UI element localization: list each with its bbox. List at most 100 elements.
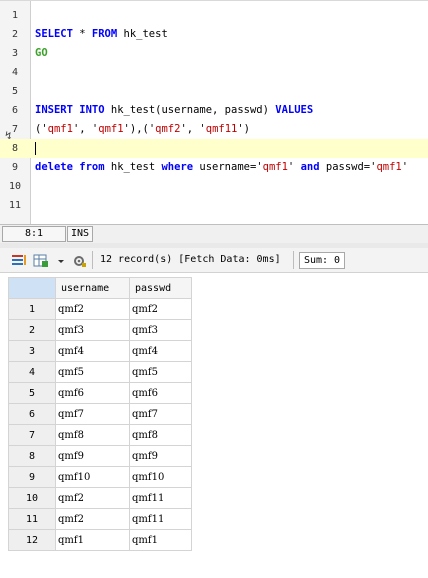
editor-line[interactable]: 6 INSERT INTO hk_test(username, passwd) V… [0,101,428,120]
fold-marker-icon[interactable]: ↯ [5,129,12,142]
username-cell[interactable]: qmf6 [55,382,130,404]
code-text[interactable]: SELECT * FROM hk_test [35,25,168,44]
code-text[interactable]: GO [35,44,48,63]
username-cell[interactable]: qmf2 [55,487,130,509]
table-row[interactable]: 11 qmf2 qmf11 [8,508,192,530]
editor-line[interactable]: 9 delete from hk_test where username='qmf… [0,158,428,177]
toolbar-separator [293,251,294,269]
row-number-cell[interactable]: 9 [8,466,56,488]
passwd-cell[interactable]: qmf7 [129,403,192,425]
column-header-passwd[interactable]: passwd [129,277,192,299]
passwd-cell[interactable]: qmf11 [129,487,192,509]
code-text[interactable] [35,139,36,158]
passwd-cell[interactable]: qmf11 [129,508,192,530]
line-number: 5 [11,86,19,97]
code-token: * [72,28,92,40]
username-cell[interactable]: qmf8 [55,424,130,446]
passwd-cell[interactable]: qmf5 [129,361,192,383]
code-text[interactable]: ('qmf1', 'qmf1'),('qmf2', 'qmf11') [35,120,250,139]
table-row[interactable]: 6 qmf7 qmf7 [8,403,192,425]
record-count-info: 12 record(s) [Fetch Data: 0ms] [100,254,281,265]
table-row[interactable]: 1 qmf2 qmf2 [8,298,192,320]
code-token: and [300,161,320,173]
line-number: 1 [11,10,19,21]
username-cell[interactable]: qmf1 [55,529,130,551]
editor-line[interactable]: 7 ('qmf1', 'qmf1'),('qmf2', 'qmf11') [0,120,428,139]
code-token: delete [35,161,73,173]
username-cell[interactable]: qmf2 [55,298,130,320]
row-number-cell[interactable]: 8 [8,445,56,467]
code-token: ', ' [72,123,99,135]
code-token: INTO [79,104,105,116]
settings-icon[interactable] [72,253,88,267]
editor-status-bar: 8:1 INS [0,224,428,244]
row-number-cell[interactable]: 12 [8,529,56,551]
table-row[interactable]: 10 qmf2 qmf11 [8,487,192,509]
column-header-username[interactable]: username [55,277,130,299]
editor-line[interactable]: 4 [0,63,428,82]
username-cell[interactable]: qmf5 [55,361,130,383]
export-icon[interactable] [33,253,49,267]
editor-line[interactable]: 5 [0,82,428,101]
passwd-cell[interactable]: qmf2 [129,298,192,320]
row-number-cell[interactable]: 10 [8,487,56,509]
row-number-cell[interactable]: 7 [8,424,56,446]
code-token: from [79,161,105,173]
passwd-cell[interactable]: qmf8 [129,424,192,446]
grid-corner-cell[interactable] [8,277,56,299]
passwd-cell[interactable]: qmf1 [129,529,192,551]
table-row[interactable]: 2 qmf3 qmf3 [8,319,192,341]
code-text[interactable]: INSERT INTO hk_test(username, passwd) VA… [35,101,313,120]
code-token: qmf11 [205,123,238,135]
sql-editor[interactable]: 1 2 SELECT * FROM hk_test 3 GO 4 5 6 INSERT INTO… [0,0,428,225]
editor-line[interactable]: 10 [0,177,428,196]
text-cursor [35,141,36,155]
table-row[interactable]: 7 qmf8 qmf8 [8,424,192,446]
code-token: hk_test(username, passwd) [104,104,276,116]
table-row[interactable]: 4 qmf5 qmf5 [8,361,192,383]
dropdown-arrow-icon[interactable] [56,253,66,267]
editor-line[interactable]: 3 GO [0,44,428,63]
table-row[interactable]: 5 qmf6 qmf6 [8,382,192,404]
username-cell[interactable]: qmf9 [55,445,130,467]
row-number-cell[interactable]: 11 [8,508,56,530]
passwd-cell[interactable]: qmf4 [129,340,192,362]
grid-body: 1 qmf2 qmf2 2 qmf3 qmf3 3 qmf4 qmf4 4 qmf5 qmf5 5 qmf… [8,298,192,551]
code-token: qmf1 [98,123,124,135]
passwd-cell[interactable]: qmf3 [129,319,192,341]
row-number-cell[interactable]: 6 [8,403,56,425]
table-row[interactable]: 12 qmf1 qmf1 [8,529,192,551]
editor-line[interactable]: 11 [0,196,428,215]
editor-line[interactable]: 2 SELECT * FROM hk_test [0,25,428,44]
cursor-position: 8:1 [2,226,66,242]
row-number-cell[interactable]: 1 [8,298,56,320]
table-row[interactable]: 3 qmf4 qmf4 [8,340,192,362]
code-token: INSERT [35,104,73,116]
row-number-cell[interactable]: 4 [8,361,56,383]
username-cell[interactable]: qmf3 [55,319,130,341]
line-number: 10 [8,181,22,192]
row-number-cell[interactable]: 5 [8,382,56,404]
username-cell[interactable]: qmf10 [55,466,130,488]
passwd-cell[interactable]: qmf6 [129,382,192,404]
editor-line[interactable]: 8 [0,139,428,158]
passwd-cell[interactable]: qmf10 [129,466,192,488]
toolbar-separator [92,251,93,269]
grid-view-icon[interactable] [11,253,27,267]
code-token: where [161,161,194,173]
username-cell[interactable]: qmf2 [55,508,130,530]
row-number-cell[interactable]: 3 [8,340,56,362]
code-token: GO [35,47,48,59]
table-row[interactable]: 9 qmf10 qmf10 [8,466,192,488]
passwd-cell[interactable]: qmf9 [129,445,192,467]
username-cell[interactable]: qmf7 [55,403,130,425]
code-text[interactable]: delete from hk_test where username='qmf1… [35,158,408,177]
code-token: VALUES [275,104,314,116]
code-token: qmf1 [262,161,288,173]
code-token: username=' [193,161,263,173]
table-row[interactable]: 8 qmf9 qmf9 [8,445,192,467]
results-grid-area: username passwd 1 qmf2 qmf2 2 qmf3 qmf3 3 qmf4 q… [0,273,428,578]
username-cell[interactable]: qmf4 [55,340,130,362]
row-number-cell[interactable]: 2 [8,319,56,341]
editor-line[interactable]: 1 [0,6,428,25]
